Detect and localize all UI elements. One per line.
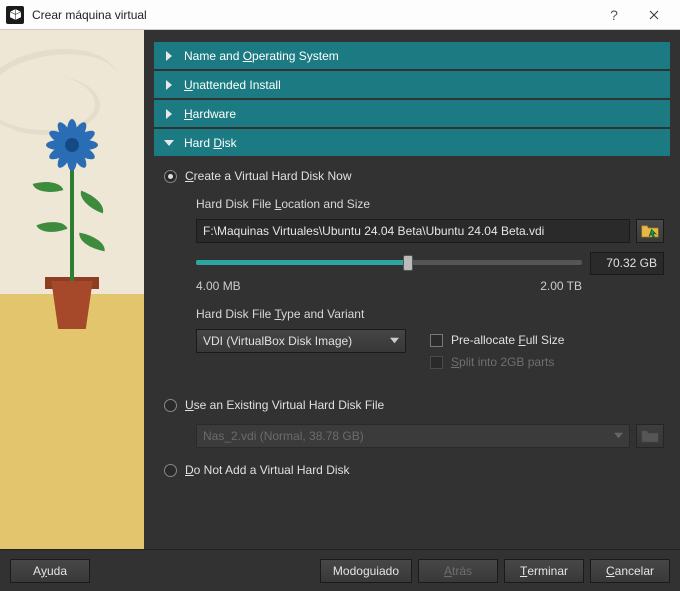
radio-icon[interactable]	[164, 464, 177, 477]
help-button[interactable]: ?	[594, 1, 634, 29]
type-variant-label: Hard Disk File Type and Variant	[196, 307, 664, 321]
section-label: Hardware	[184, 107, 236, 121]
main-panel: Name and Operating System Unattended Ins…	[144, 30, 680, 549]
chevron-down-icon	[390, 334, 399, 348]
disk-size-slider[interactable]	[196, 251, 582, 275]
checkbox-icon[interactable]	[430, 334, 443, 347]
preallocate-checkbox-row[interactable]: Pre-allocate Full Size	[430, 333, 564, 347]
section-label: Unattended Install	[184, 78, 281, 92]
file-type-combo[interactable]: VDI (VirtualBox Disk Image)	[196, 329, 406, 353]
back-button: Atrás	[418, 559, 498, 583]
folder-icon	[641, 223, 659, 239]
radio-use-existing[interactable]: Use an Existing Virtual Hard Disk File	[164, 395, 664, 420]
chevron-down-icon	[614, 429, 623, 443]
browse-folder-button[interactable]	[636, 219, 664, 243]
window-title: Crear máquina virtual	[32, 8, 594, 22]
cancel-button[interactable]: Cancelar	[590, 559, 670, 583]
wizard-illustration	[0, 30, 144, 549]
help-button[interactable]: Ayuda	[10, 559, 90, 583]
finish-button[interactable]: Terminar	[504, 559, 584, 583]
section-label: Name and Operating System	[184, 49, 339, 63]
section-label: Hard Disk	[184, 136, 237, 150]
section-hardware[interactable]: Hardware	[154, 100, 670, 127]
section-name-os[interactable]: Name and Operating System	[154, 42, 670, 69]
radio-no-disk[interactable]: Do Not Add a Virtual Hard Disk	[164, 460, 664, 485]
existing-disk-combo: Nas_2.vdi (Normal, 38.78 GB)	[196, 424, 630, 448]
chevron-down-icon	[164, 138, 174, 148]
chevron-right-icon	[164, 80, 174, 90]
checkbox-icon	[430, 356, 443, 369]
app-icon	[6, 6, 24, 24]
title-bar: Crear máquina virtual ?	[0, 0, 680, 30]
slider-min-label: 4.00 MB	[196, 279, 241, 293]
location-size-label: Hard Disk File Location and Size	[196, 197, 664, 211]
radio-label: Use an Existing Virtual Hard Disk File	[185, 398, 384, 412]
split-checkbox-row: Split into 2GB parts	[430, 355, 564, 369]
browse-existing-button	[636, 424, 664, 448]
disk-size-value[interactable]: 70.32 GB	[590, 252, 664, 275]
section-unattended[interactable]: Unattended Install	[154, 71, 670, 98]
footer: Ayuda Modo guiado Atrás Terminar Cancela…	[0, 549, 680, 591]
section-hard-disk[interactable]: Hard Disk	[154, 129, 670, 156]
radio-label: Create a Virtual Hard Disk Now	[185, 169, 352, 183]
combo-value: Nas_2.vdi (Normal, 38.78 GB)	[203, 429, 364, 443]
slider-max-label: 2.00 TB	[540, 279, 582, 293]
disk-path-input[interactable]	[196, 219, 630, 243]
radio-icon[interactable]	[164, 170, 177, 183]
folder-icon	[641, 428, 659, 444]
checkbox-label: Split into 2GB parts	[451, 355, 554, 369]
radio-icon[interactable]	[164, 399, 177, 412]
radio-create-now[interactable]: Create a Virtual Hard Disk Now	[164, 166, 664, 191]
chevron-right-icon	[164, 51, 174, 61]
radio-label: Do Not Add a Virtual Hard Disk	[185, 463, 350, 477]
guided-mode-button[interactable]: Modo guiado	[320, 559, 412, 583]
hard-disk-body: Create a Virtual Hard Disk Now Hard Disk…	[154, 158, 670, 493]
close-button[interactable]	[634, 1, 674, 29]
chevron-right-icon	[164, 109, 174, 119]
combo-value: VDI (VirtualBox Disk Image)	[203, 334, 390, 348]
checkbox-label: Pre-allocate Full Size	[451, 333, 564, 347]
